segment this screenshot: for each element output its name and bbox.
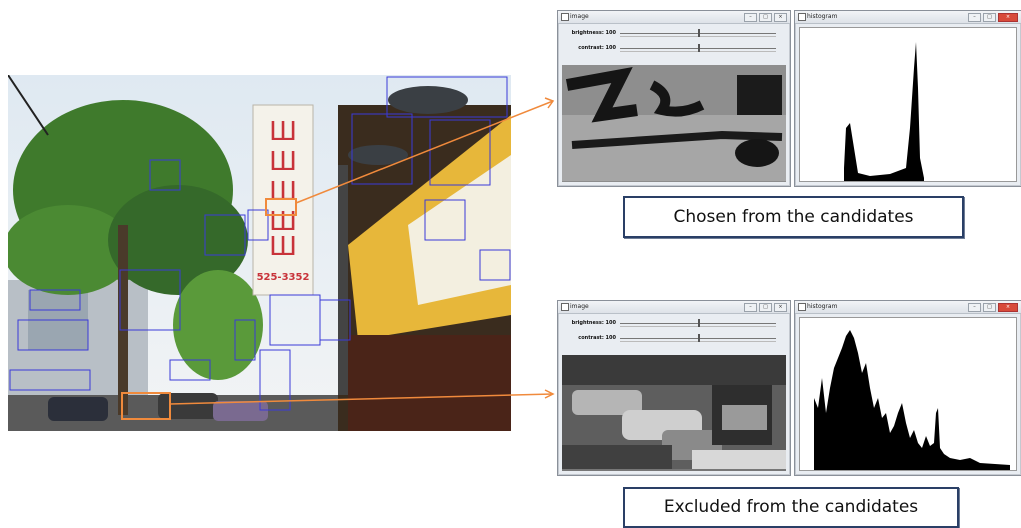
arrow-head-chosen	[544, 97, 555, 109]
street-photo: Ш Ш Ш Ш Ш 525-3352	[8, 75, 511, 431]
histogram-plot-chosen	[799, 27, 1017, 182]
contrast-thumb[interactable]	[698, 334, 700, 342]
maximize-button[interactable]: □	[759, 13, 772, 22]
maximize-button[interactable]: □	[983, 13, 996, 22]
minimize-button[interactable]: –	[968, 303, 981, 312]
svg-text:Ш: Ш	[269, 177, 297, 207]
image-window-chosen: image – □ × brightness: 100 contrast: 10…	[557, 10, 791, 187]
close-button[interactable]: ×	[998, 13, 1018, 22]
app-icon	[561, 13, 569, 21]
histogram-plot-excluded	[799, 317, 1017, 471]
app-icon	[798, 303, 806, 311]
window-title: histogram	[807, 303, 838, 310]
street-scene: Ш Ш Ш Ш Ш 525-3352	[8, 75, 511, 431]
brightness-thumb[interactable]	[698, 29, 700, 37]
contrast-label: contrast: 100	[578, 335, 616, 341]
close-button[interactable]: ×	[998, 303, 1018, 312]
title-bar: image – □ ×	[558, 301, 790, 314]
title-bar: image – □ ×	[558, 11, 790, 24]
window-title: histogram	[807, 13, 838, 20]
minimize-button[interactable]: –	[744, 303, 757, 312]
brightness-trackbar[interactable]: brightness: 100	[562, 27, 786, 39]
caption-excluded: Excluded from the candidates	[623, 487, 959, 528]
maximize-button[interactable]: □	[759, 303, 772, 312]
app-icon	[561, 303, 569, 311]
candidate-patch-chosen	[562, 65, 786, 182]
image-window-excluded: image – □ × brightness: 100 contrast: 10…	[557, 300, 791, 476]
candidate-patch-excluded	[562, 355, 786, 471]
histogram-window-excluded: histogram – □ ×	[794, 300, 1021, 476]
close-button[interactable]: ×	[774, 13, 787, 22]
arrow-head-excluded	[544, 389, 555, 399]
window-title: image	[570, 13, 589, 20]
caption-chosen: Chosen from the candidates	[623, 196, 964, 238]
minimize-button[interactable]: –	[744, 13, 757, 22]
window-title: image	[570, 303, 589, 310]
brightness-thumb[interactable]	[698, 319, 700, 327]
sign-phone-number: 525-3352	[257, 272, 310, 283]
brightness-label: brightness: 100	[571, 30, 616, 36]
brightness-trackbar[interactable]: brightness: 100	[562, 317, 786, 329]
app-icon	[798, 13, 806, 21]
minimize-button[interactable]: –	[968, 13, 981, 22]
title-bar: histogram – □ ×	[795, 11, 1021, 24]
contrast-label: contrast: 100	[578, 45, 616, 51]
brightness-label: brightness: 100	[571, 320, 616, 326]
contrast-thumb[interactable]	[698, 44, 700, 52]
svg-text:Ш: Ш	[269, 117, 297, 147]
svg-text:Ш: Ш	[269, 232, 297, 262]
svg-text:Ш: Ш	[269, 147, 297, 177]
maximize-button[interactable]: □	[983, 303, 996, 312]
contrast-trackbar[interactable]: contrast: 100	[562, 332, 786, 344]
histogram-window-chosen: histogram – □ ×	[794, 10, 1021, 187]
close-button[interactable]: ×	[774, 303, 787, 312]
contrast-trackbar[interactable]: contrast: 100	[562, 42, 786, 54]
title-bar: histogram – □ ×	[795, 301, 1021, 314]
